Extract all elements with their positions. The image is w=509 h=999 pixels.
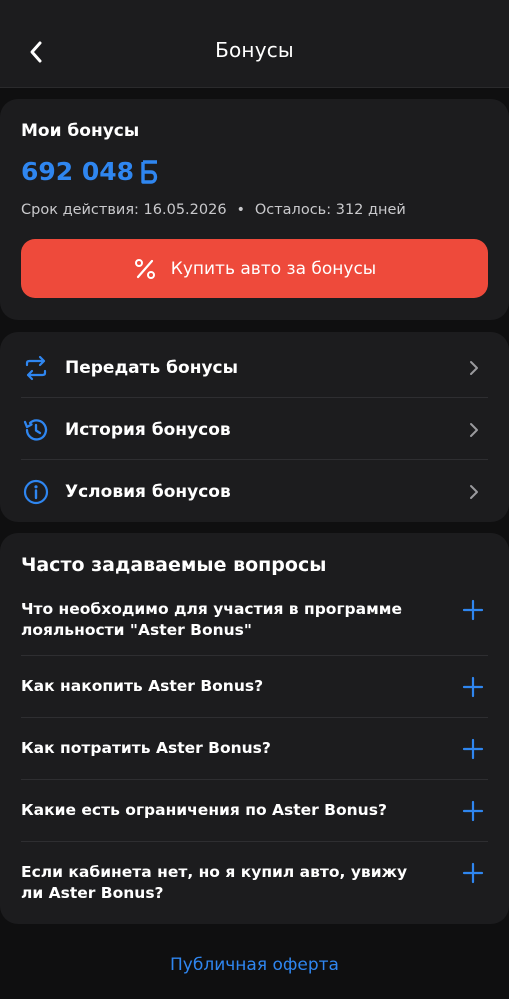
my-bonuses-title: Мои бонусы	[21, 121, 140, 141]
menu-item-history[interactable]: История бонусов	[0, 399, 509, 461]
faq-item[interactable]: Какие есть ограничения по Aster Bonus?	[21, 800, 488, 822]
faq-item[interactable]: Если кабинета нет, но я купил авто, увиж…	[21, 862, 488, 904]
menu-item-transfer[interactable]: Передать бонусы	[0, 337, 509, 399]
faq-card: Часто задаваемые вопросы Что необходимо …	[0, 533, 509, 924]
plus-icon[interactable]	[462, 599, 484, 621]
faq-question: Какие есть ограничения по Aster Bonus?	[21, 801, 387, 819]
plus-icon[interactable]	[462, 800, 484, 822]
chevron-right-icon	[470, 361, 478, 375]
days-remaining: Осталось: 312 дней	[254, 202, 406, 218]
transfer-icon	[22, 354, 50, 382]
percent-icon	[134, 258, 155, 279]
app-header: Бонусы	[0, 0, 509, 88]
bonus-currency-icon	[141, 159, 158, 184]
faq-divider	[21, 841, 488, 842]
faq-item[interactable]: Что необходимо для участия в программе л…	[21, 599, 488, 641]
bonus-balance: 692 048	[21, 157, 160, 186]
menu-item-label: Передать бонусы	[65, 358, 239, 378]
expiry-date: Срок действия: 16.05.2026	[21, 202, 227, 218]
plus-icon[interactable]	[462, 738, 484, 760]
faq-question: Как накопить Aster Bonus?	[21, 677, 264, 695]
plus-icon[interactable]	[462, 862, 484, 884]
plus-icon[interactable]	[462, 676, 484, 698]
buy-car-with-bonuses-button[interactable]: Купить авто за бонусы	[21, 239, 488, 298]
menu-divider	[21, 397, 488, 398]
page-title: Бонусы	[215, 38, 294, 62]
faq-question: Как потратить Aster Bonus?	[21, 739, 271, 757]
info-icon	[22, 478, 50, 506]
faq-title: Часто задаваемые вопросы	[21, 554, 327, 576]
menu-item-label: Условия бонусов	[65, 482, 231, 502]
faq-divider	[21, 779, 488, 780]
menu-item-label: История бонусов	[65, 420, 231, 440]
faq-divider	[21, 655, 488, 656]
faq-question: Что необходимо для участия в программе л…	[21, 600, 402, 639]
chevron-right-icon	[470, 485, 478, 499]
menu-item-terms[interactable]: Условия бонусов	[0, 461, 509, 523]
bonus-actions-menu: Передать бонусы История бонусов Условия …	[0, 332, 509, 522]
faq-item[interactable]: Как накопить Aster Bonus?	[21, 676, 488, 698]
faq-item[interactable]: Как потратить Aster Bonus?	[21, 738, 488, 760]
public-offer-link[interactable]: Публичная оферта	[0, 955, 509, 975]
history-icon	[22, 416, 50, 444]
buy-button-label: Купить авто за бонусы	[170, 258, 377, 279]
my-bonuses-card: Мои бонусы 692 048 Срок действия: 16.05.…	[0, 99, 509, 320]
faq-question: Если кабинета нет, но я купил авто, увиж…	[21, 863, 408, 902]
chevron-right-icon	[470, 423, 478, 437]
bonus-expiry-info: Срок действия: 16.05.2026 • Осталось: 31…	[21, 202, 406, 218]
bonus-amount-value: 692 048	[21, 157, 135, 186]
menu-divider	[21, 459, 488, 460]
faq-divider	[21, 717, 488, 718]
separator-dot: •	[236, 202, 245, 218]
